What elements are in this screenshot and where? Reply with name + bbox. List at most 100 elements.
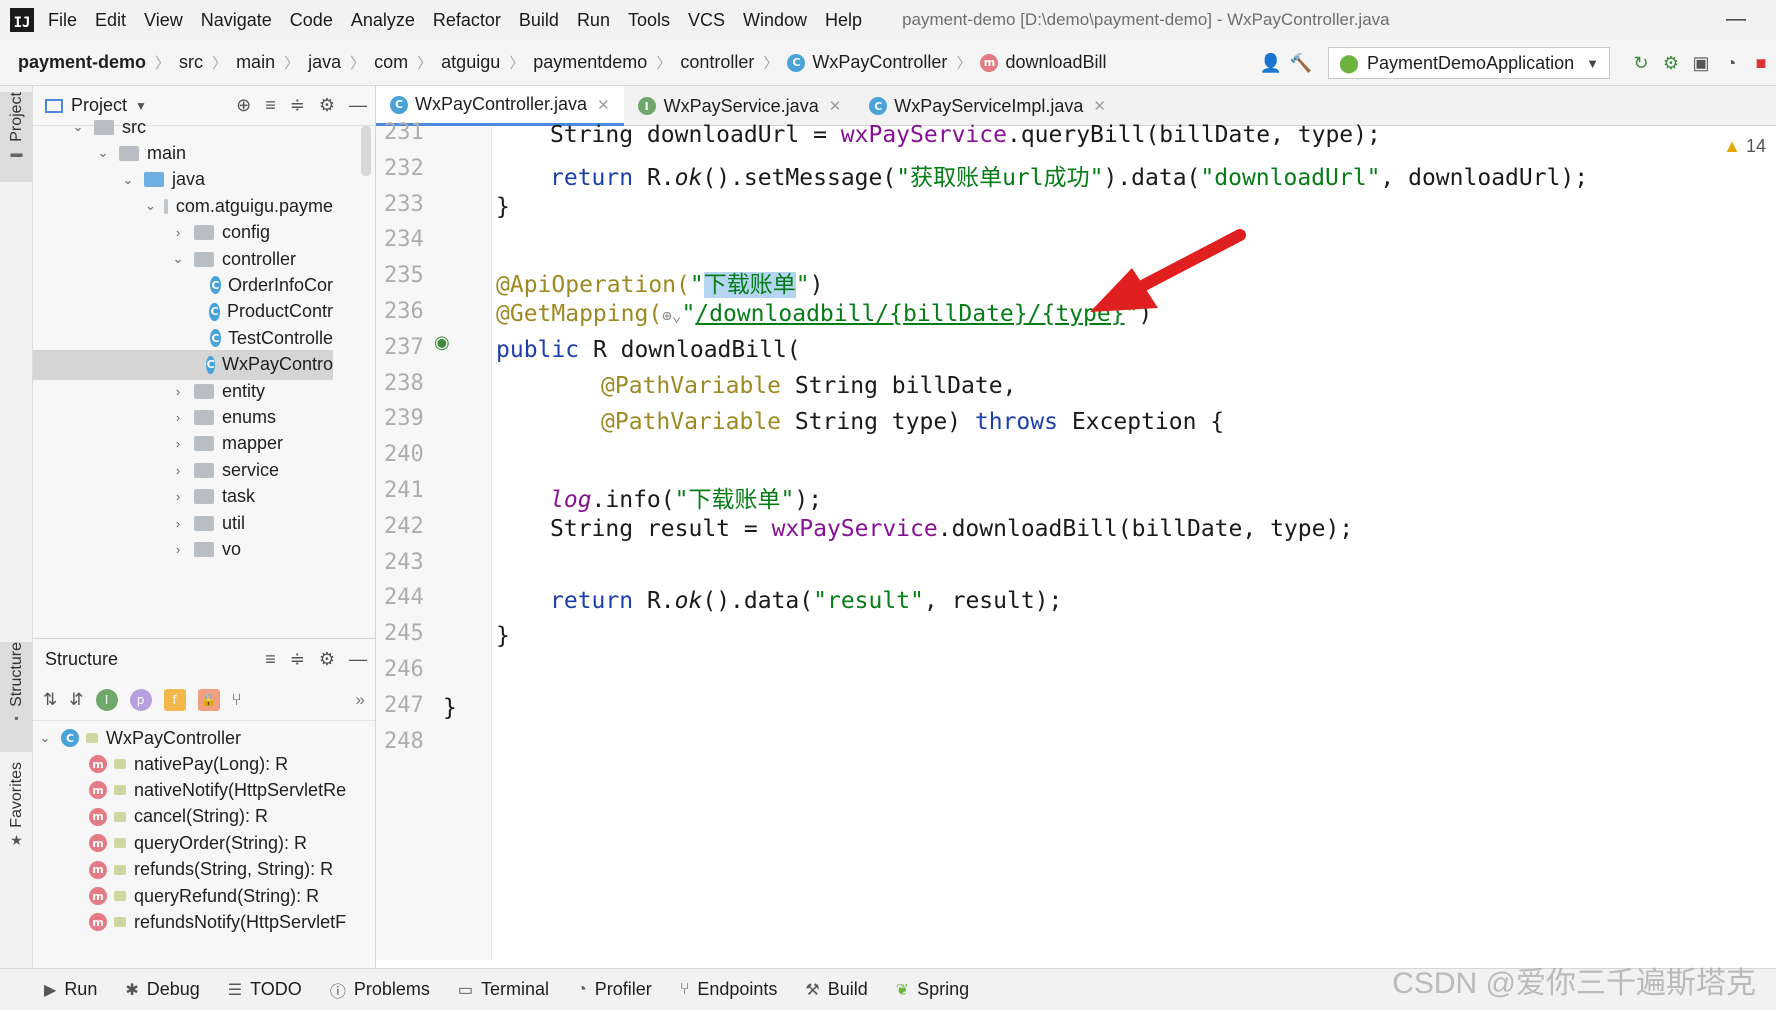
tree-item[interactable]: › vo — [33, 534, 333, 564]
tab-wxpayservice[interactable]: I WxPayService.java ✕ — [624, 86, 856, 126]
chevron-down-icon[interactable]: ⌄ — [95, 145, 111, 161]
show-fields-icon[interactable]: f — [163, 688, 186, 711]
menu-edit[interactable]: Edit — [95, 10, 126, 31]
breadcrumb-method[interactable]: m downloadBill — [980, 52, 1107, 73]
scrollbar[interactable] — [361, 126, 371, 176]
method-icon: m — [89, 913, 107, 932]
chevron-right-icon[interactable]: › — [170, 463, 186, 478]
project-view-icon — [45, 98, 63, 113]
tool-problems[interactable]: ⓘ Problems — [330, 978, 430, 1002]
editor-gutter[interactable]: 231 232 233 234 235 236 237 238 239 240 241 242 243 2… — [376, 120, 492, 960]
spring-gutter-icon[interactable]: ◉ — [434, 332, 450, 353]
tab-wxpayserviceimpl[interactable]: C WxPayServiceImpl.java ✕ — [855, 86, 1120, 126]
more-icon[interactable]: » — [356, 690, 365, 710]
profiler-icon[interactable]: ◔ — [1716, 48, 1746, 78]
menu-view[interactable]: View — [144, 10, 183, 31]
chevron-down-icon[interactable]: ⌄ — [120, 172, 136, 188]
menu-navigate[interactable]: Navigate — [201, 10, 272, 31]
menu-vcs[interactable]: VCS — [688, 10, 725, 31]
breadcrumb-java[interactable]: java — [308, 52, 341, 73]
chevron-down-icon[interactable]: ⌄ — [145, 198, 156, 214]
chevron-down-icon[interactable]: ⌄ — [37, 730, 53, 746]
chevron-right-icon[interactable]: › — [170, 489, 186, 504]
chevron-right-icon[interactable]: › — [170, 410, 186, 425]
chevron-right-icon[interactable]: › — [170, 516, 186, 531]
menu-tools[interactable]: Tools — [628, 10, 670, 31]
class-icon: C — [787, 53, 806, 72]
run-configuration-select[interactable]: ⬤ PaymentDemoApplication ▼ — [1327, 47, 1610, 79]
hammer-icon[interactable]: 🔨 — [1286, 48, 1316, 78]
show-non-public-icon[interactable]: 🔒 — [197, 688, 220, 711]
chevron-right-icon[interactable]: › — [170, 225, 186, 240]
close-icon[interactable]: ✕ — [597, 96, 610, 114]
chevron-down-icon[interactable]: ⌄ — [70, 119, 86, 135]
show-inherited-icon[interactable]: I — [95, 688, 118, 711]
minimize-icon[interactable]: — — [1726, 8, 1746, 31]
menu-code[interactable]: Code — [290, 10, 333, 31]
tool-run[interactable]: ▶ Run — [44, 979, 97, 1000]
tool-terminal[interactable]: ▭ Terminal — [458, 979, 549, 1000]
tool-endpoints[interactable]: ⑂ Endpoints — [680, 979, 778, 1000]
chevron-right-icon[interactable]: › — [170, 436, 186, 451]
anonymous-classes-icon[interactable]: ⑂ — [232, 690, 242, 710]
code-line-239: @PathVariable String type) throws Except… — [601, 409, 1225, 435]
chevron-right-icon[interactable]: › — [170, 384, 186, 399]
breadcrumb-paymentdemo[interactable]: paymentdemo — [533, 52, 647, 73]
breadcrumb-controller[interactable]: controller — [680, 52, 754, 73]
hide-icon[interactable]: — — [349, 649, 367, 670]
close-icon[interactable]: ✕ — [1093, 97, 1106, 115]
interface-icon: I — [637, 97, 656, 115]
chevron-right-icon[interactable]: › — [170, 542, 186, 557]
code-line-233: } — [496, 194, 510, 220]
chevron-down-icon[interactable]: ▼ — [135, 99, 147, 113]
chevron-down-icon[interactable]: ⌄ — [170, 251, 186, 267]
breadcrumb-project[interactable]: payment-demo — [18, 52, 146, 73]
breadcrumb-main[interactable]: main — [236, 52, 275, 73]
rerun-icon[interactable]: ↻ — [1626, 48, 1656, 78]
hammer-icon: ⚒ — [805, 981, 820, 999]
menu-help[interactable]: Help — [825, 10, 862, 31]
tool-window-project[interactable]: Project ▬ — [0, 92, 33, 182]
inspection-warnings[interactable]: ▲ 14 — [1723, 136, 1766, 157]
sort-alpha-icon[interactable]: ⇅ — [43, 690, 57, 710]
tool-profiler[interactable]: ◔ Profiler — [577, 979, 652, 1000]
tool-build[interactable]: ⚒ Build — [805, 979, 867, 1000]
breadcrumb-atguigu[interactable]: atguigu — [441, 52, 500, 73]
debug-icon[interactable]: ⚙ — [1656, 48, 1686, 78]
line-number: 240 — [384, 442, 424, 468]
tool-debug[interactable]: ✱ Debug — [125, 979, 199, 1000]
chevron-right-icon: 〉 — [284, 55, 300, 72]
method-icon: m — [89, 807, 107, 826]
menu-analyze[interactable]: Analyze — [351, 10, 415, 31]
menu-run[interactable]: Run — [577, 10, 610, 31]
structure-member[interactable]: m refundsNotify(HttpServletF — [33, 907, 363, 937]
folder-icon — [194, 251, 214, 267]
menu-build[interactable]: Build — [519, 10, 559, 31]
menu-refactor[interactable]: Refactor — [433, 10, 501, 31]
tool-window-structure[interactable]: Structure ▪ — [0, 642, 33, 752]
method-icon: m — [89, 834, 107, 853]
menu-file[interactable]: File — [48, 10, 77, 31]
breadcrumb-src[interactable]: src — [179, 52, 203, 73]
collapse-all-icon[interactable]: ≡ — [265, 649, 276, 670]
spring-icon: ❦ — [895, 981, 910, 999]
hide-icon[interactable]: — — [349, 95, 367, 116]
breadcrumb-com[interactable]: com — [374, 52, 408, 73]
list-icon: ☰ — [227, 981, 243, 999]
tool-window-project-label: Project — [7, 92, 25, 142]
show-properties-icon[interactable]: p — [129, 688, 152, 711]
close-icon[interactable]: ✕ — [829, 97, 842, 115]
tool-todo[interactable]: ☰ TODO — [228, 979, 302, 1000]
gear-icon[interactable]: ⚙ — [319, 649, 335, 670]
menu-window[interactable]: Window — [743, 10, 807, 31]
stop-icon[interactable]: ■ — [1746, 48, 1776, 78]
tool-window-favorites[interactable]: Favorites ★ — [0, 762, 33, 862]
coverage-icon[interactable]: ▣ — [1686, 48, 1716, 78]
method-icon: m — [980, 53, 999, 72]
breadcrumb-class[interactable]: C WxPayController — [787, 52, 947, 73]
expand-all-icon[interactable]: ≑ — [290, 649, 305, 670]
sort-visibility-icon[interactable]: ⇵ — [69, 690, 83, 710]
warning-count: 14 — [1745, 136, 1766, 156]
user-icon[interactable]: 👤 — [1256, 48, 1286, 78]
tool-spring[interactable]: ❦ Spring — [896, 979, 969, 1000]
